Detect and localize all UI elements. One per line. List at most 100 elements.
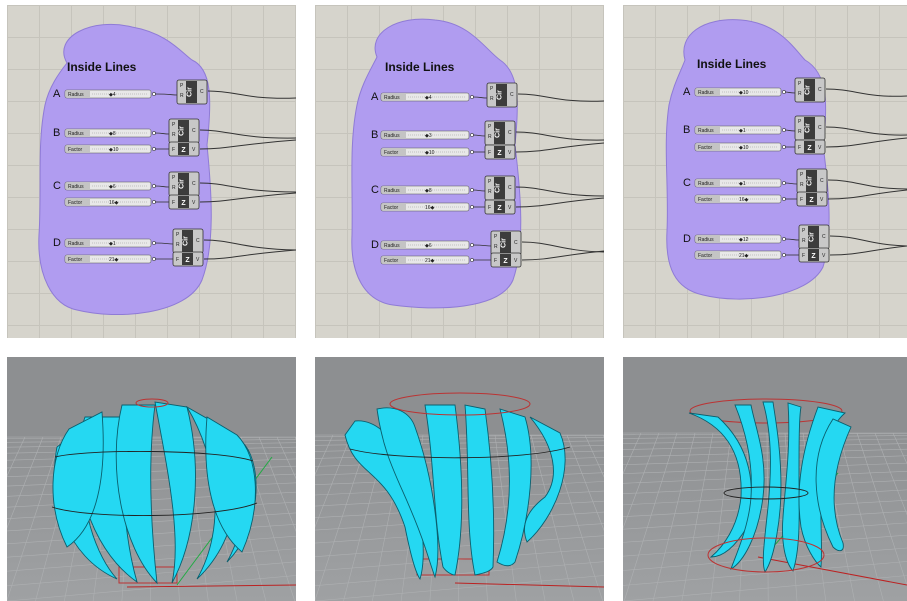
number-slider[interactable]: Factor 21◆ — [380, 255, 474, 265]
number-slider[interactable]: Factor ◆10 — [694, 142, 786, 152]
slider-value: 21◆ — [739, 253, 749, 259]
number-slider[interactable]: Radius ◆3 — [380, 130, 474, 140]
vector-component[interactable]: ZF V — [172, 251, 204, 267]
row-label-b: B — [683, 124, 690, 136]
wire — [825, 88, 907, 97]
vector-component[interactable]: ZF V — [484, 144, 516, 160]
vector-component[interactable]: ZF V — [484, 199, 516, 215]
port-input-label: R — [176, 242, 180, 248]
wire — [827, 179, 907, 190]
grid-line — [623, 443, 907, 450]
circle-component[interactable]: CirPRC — [484, 175, 516, 201]
definition-canvas-3[interactable]: Inside Lines A Radius ◆10 Cir P R C B Radius ◆1 Fac… — [623, 5, 907, 338]
slider-value: ◆1 — [739, 181, 746, 187]
number-slider[interactable]: Factor ◆10 — [380, 147, 474, 157]
circle-component[interactable]: CirPRC — [798, 224, 830, 250]
number-slider[interactable]: Radius ◆1 — [64, 238, 156, 248]
slider-value: ◆8 — [109, 131, 116, 137]
wire — [199, 182, 296, 193]
x-axis-line — [126, 584, 296, 588]
slider-name: Factor — [68, 147, 83, 153]
number-slider[interactable]: Radius ◆4 — [380, 92, 474, 102]
port-output-label: C — [508, 130, 512, 136]
circle-component[interactable]: CirPRC — [172, 228, 204, 254]
port-input-label: F — [494, 258, 497, 264]
number-slider[interactable]: Radius ◆10 — [694, 87, 786, 97]
port-output-label: C — [508, 185, 512, 191]
grid-line — [315, 548, 604, 572]
slider-name: Radius — [384, 133, 400, 139]
grid-line — [710, 432, 732, 601]
wire — [521, 241, 604, 253]
number-slider[interactable]: Radius ◆1 — [694, 178, 786, 188]
number-slider[interactable]: Factor 16◆ — [380, 202, 474, 212]
grid-line — [623, 455, 907, 466]
circle-component[interactable]: CirPRC — [484, 120, 516, 146]
definition-canvas-1[interactable]: Inside Lines A Radius ◆4 Cir P R C B Radius ◆8 Fact… — [7, 5, 296, 338]
circle-component[interactable]: CirPRC — [794, 77, 826, 103]
vector-component[interactable]: ZF V — [794, 139, 826, 155]
viewport-1[interactable] — [7, 357, 296, 601]
port-input-label: R — [172, 132, 176, 138]
port-output-label: C — [192, 181, 196, 187]
circle-component[interactable]: CirPRC — [796, 168, 828, 194]
number-slider[interactable]: Radius ◆4 — [64, 89, 156, 99]
slider-name: Radius — [698, 90, 714, 96]
number-slider[interactable]: Radius ◆6 — [64, 181, 156, 191]
viewport-3[interactable] — [623, 357, 907, 601]
vector-component-icon: Z — [811, 253, 816, 260]
definition-canvas-2[interactable]: Inside Lines A Radius ◆4 Cir P R C B Radius ◆3 Fact… — [315, 5, 604, 338]
port-input-label: F — [172, 147, 175, 153]
grid-line — [856, 432, 907, 587]
vector-component-icon: Z — [497, 150, 502, 157]
x-axis-line — [757, 556, 907, 586]
wire — [825, 126, 907, 136]
vector-component[interactable]: ZF V — [168, 194, 200, 210]
number-slider[interactable]: Radius ◆8 — [64, 128, 156, 138]
circle-component-icon: Cir — [497, 90, 504, 100]
slider-name: Factor — [698, 197, 713, 203]
slider-value: ◆6 — [109, 184, 116, 190]
circle-component[interactable]: CirPRC — [168, 171, 200, 197]
circle-component-icon: Cir — [805, 123, 812, 133]
row-label-b: B — [371, 129, 378, 141]
grid-line — [681, 432, 714, 601]
number-slider[interactable]: Radius ◆1 — [694, 125, 786, 135]
slider-value: 21◆ — [109, 257, 119, 263]
port-output-label: C — [818, 87, 822, 93]
wire — [521, 250, 604, 261]
slider-name: Radius — [68, 241, 84, 247]
slider-value: ◆6 — [425, 243, 432, 249]
vector-component[interactable]: ZF V — [798, 247, 830, 263]
number-slider[interactable]: Factor 21◆ — [694, 250, 786, 260]
circle-component[interactable]: CirPRC — [794, 115, 826, 141]
viewport-2[interactable] — [315, 357, 604, 601]
wire — [203, 239, 296, 251]
number-slider[interactable]: Factor 21◆ — [64, 254, 156, 264]
vector-component[interactable]: ZF V — [796, 191, 828, 207]
slider-value: ◆10 — [739, 145, 749, 151]
circle-component-icon: Cir — [805, 85, 812, 95]
number-slider[interactable]: Radius ◆12 — [694, 234, 786, 244]
grid-line — [623, 432, 660, 529]
circle-component[interactable]: CirPRC — [168, 118, 200, 144]
slider-name: Radius — [384, 243, 400, 249]
circle-component[interactable]: CirPRC — [176, 79, 208, 105]
port-output-label: C — [196, 238, 200, 244]
grid-line — [7, 436, 44, 529]
vector-component-icon: Z — [807, 145, 812, 152]
vector-component[interactable]: ZF V — [490, 252, 522, 268]
circle-component[interactable]: CirPRC — [490, 230, 522, 256]
number-slider[interactable]: Radius ◆6 — [380, 240, 474, 250]
vector-component-icon: Z — [181, 200, 186, 207]
number-slider[interactable]: Factor 16◆ — [694, 194, 786, 204]
circle-component[interactable]: CirPRC — [486, 82, 518, 108]
number-slider[interactable]: Factor ◆10 — [64, 144, 156, 154]
row-label-d: D — [53, 237, 61, 249]
vector-component[interactable]: ZF V — [168, 141, 200, 157]
number-slider[interactable]: Radius ◆8 — [380, 185, 474, 195]
number-slider[interactable]: Factor 16◆ — [64, 197, 156, 207]
circle-component-icon: Cir — [807, 176, 814, 186]
slider-name: Factor — [68, 200, 83, 206]
slider-value: ◆12 — [739, 237, 749, 243]
